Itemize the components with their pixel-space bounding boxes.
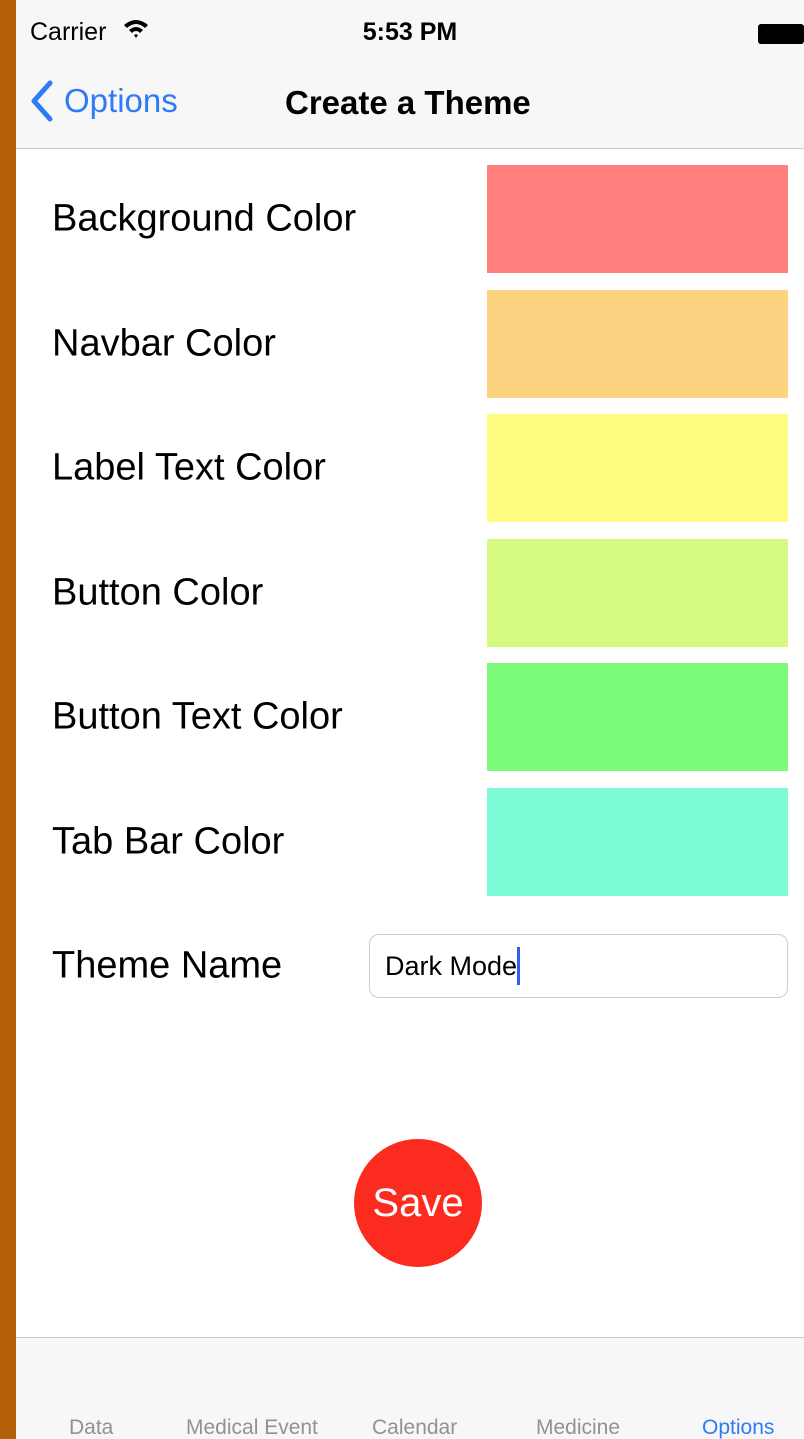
tab-options[interactable]: Options (702, 1416, 774, 1439)
status-bar: Carrier 5:53 PM (16, 0, 804, 60)
button-text-color-label: Button Text Color (52, 695, 343, 738)
status-time: 5:53 PM (362, 18, 458, 46)
navbar-color-label: Navbar Color (52, 322, 276, 365)
navbar-color-row: Navbar Color (16, 290, 804, 398)
tab-medical-event[interactable]: Medical Event (186, 1416, 318, 1439)
text-cursor (517, 947, 521, 985)
theme-name-row: Theme Name Dark Mode (16, 924, 804, 1008)
chevron-left-icon (31, 80, 53, 122)
tab-bar-color-row: Tab Bar Color (16, 788, 804, 896)
tab-bar-color-label: Tab Bar Color (52, 820, 285, 863)
label-text-color-row: Label Text Color (16, 414, 804, 522)
theme-name-input[interactable]: Dark Mode (369, 934, 788, 998)
save-button-label: Save (372, 1180, 464, 1225)
theme-name-label: Theme Name (52, 944, 283, 987)
device-frame-edge (0, 0, 16, 1439)
tab-bar: Data Medical Event Calendar Medicine Opt… (16, 1337, 804, 1439)
tab-medicine[interactable]: Medicine (536, 1416, 620, 1439)
save-button[interactable]: Save (354, 1139, 482, 1267)
navbar-color-swatch[interactable] (487, 290, 788, 398)
page-title: Create a Theme (285, 84, 531, 121)
label-text-color-label: Label Text Color (52, 446, 326, 489)
tab-bar-color-swatch[interactable] (487, 788, 788, 896)
tab-data[interactable]: Data (69, 1416, 113, 1439)
background-color-row: Background Color (16, 165, 804, 273)
button-color-row: Button Color (16, 539, 804, 647)
app-screen: Carrier 5:53 PM Options Create a Theme B… (16, 0, 804, 1439)
button-text-color-swatch[interactable] (487, 663, 788, 771)
button-text-color-row: Button Text Color (16, 663, 804, 771)
back-button[interactable]: Options (30, 78, 178, 124)
battery-icon (758, 24, 804, 44)
back-button-label: Options (64, 82, 178, 119)
navigation-bar: Options Create a Theme (16, 60, 804, 149)
tab-calendar[interactable]: Calendar (372, 1416, 457, 1439)
theme-name-value: Dark Mode (385, 950, 518, 981)
button-color-label: Button Color (52, 571, 264, 614)
background-color-swatch[interactable] (487, 165, 788, 273)
label-text-color-swatch[interactable] (487, 414, 788, 522)
background-color-label: Background Color (52, 197, 357, 240)
button-color-swatch[interactable] (487, 539, 788, 647)
